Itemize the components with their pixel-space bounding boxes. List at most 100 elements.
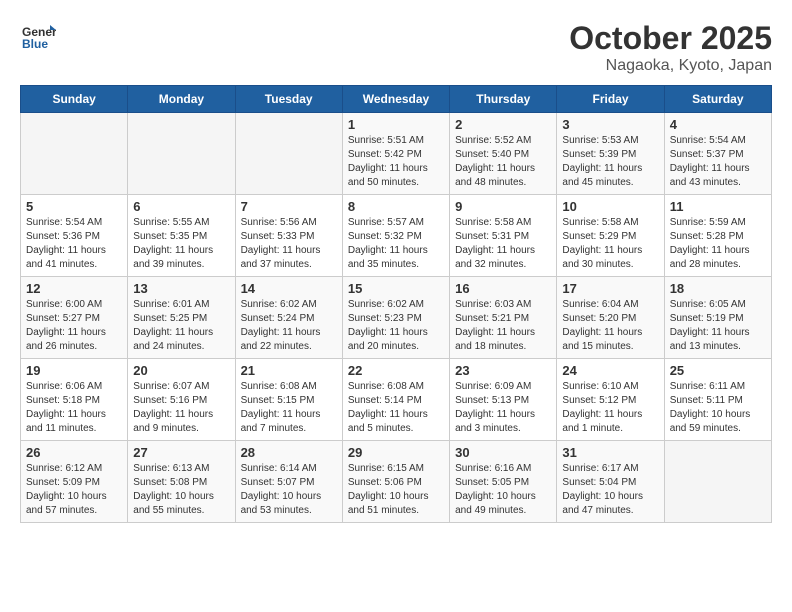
day-info: Sunrise: 5:54 AM Sunset: 5:36 PM Dayligh… <box>26 216 122 272</box>
calendar-cell: 5 Sunrise: 5:54 AM Sunset: 5:36 PM Daylig… <box>21 195 128 277</box>
calendar-cell <box>128 113 235 195</box>
day-number: 10 <box>562 199 658 214</box>
day-info: Sunrise: 5:51 AM Sunset: 5:42 PM Dayligh… <box>348 134 444 190</box>
day-info: Sunrise: 5:58 AM Sunset: 5:31 PM Dayligh… <box>455 216 551 272</box>
calendar-cell: 18 Sunrise: 6:05 AM Sunset: 5:19 PM Dayli… <box>664 277 771 359</box>
calendar-cell: 12 Sunrise: 6:00 AM Sunset: 5:27 PM Dayli… <box>21 277 128 359</box>
day-number: 23 <box>455 363 551 378</box>
weekday-header-tuesday: Tuesday <box>235 86 342 113</box>
calendar-week-row: 1 Sunrise: 5:51 AM Sunset: 5:42 PM Daylig… <box>21 113 772 195</box>
calendar-cell: 2Sunrise: 5:52 AM Sunset: 5:40 PM Daylig… <box>450 113 557 195</box>
calendar-week-row: 12 Sunrise: 6:00 AM Sunset: 5:27 PM Dayli… <box>21 277 772 359</box>
day-number: 26 <box>26 445 122 460</box>
logo-icon: General Blue <box>20 20 56 56</box>
day-info: Sunrise: 6:02 AM Sunset: 5:24 PM Dayligh… <box>241 298 337 354</box>
day-info: Sunrise: 6:16 AM Sunset: 5:05 PM Dayligh… <box>455 462 551 518</box>
day-info: Sunrise: 6:12 AM Sunset: 5:09 PM Dayligh… <box>26 462 122 518</box>
weekday-header-sunday: Sunday <box>21 86 128 113</box>
weekday-header-monday: Monday <box>128 86 235 113</box>
day-number: 11 <box>670 199 766 214</box>
calendar-cell <box>664 441 771 523</box>
calendar-table: SundayMondayTuesdayWednesdayThursdayFrid… <box>20 85 772 523</box>
calendar-cell: 19 Sunrise: 6:06 AM Sunset: 5:18 PM Dayli… <box>21 359 128 441</box>
calendar-cell: 1 Sunrise: 5:51 AM Sunset: 5:42 PM Daylig… <box>342 113 449 195</box>
calendar-cell: 20 Sunrise: 6:07 AM Sunset: 5:16 PM Dayli… <box>128 359 235 441</box>
day-number: 14 <box>241 281 337 296</box>
day-info: Sunrise: 6:11 AM Sunset: 5:11 PM Dayligh… <box>670 380 766 436</box>
day-number: 20 <box>133 363 229 378</box>
calendar-cell: 26 Sunrise: 6:12 AM Sunset: 5:09 PM Dayli… <box>21 441 128 523</box>
calendar-cell: 16 Sunrise: 6:03 AM Sunset: 5:21 PM Dayli… <box>450 277 557 359</box>
day-number: 5 <box>26 199 122 214</box>
day-number: 1 <box>348 117 444 132</box>
day-number: 30 <box>455 445 551 460</box>
day-info: Sunrise: 6:15 AM Sunset: 5:06 PM Dayligh… <box>348 462 444 518</box>
day-info: Sunrise: 6:02 AM Sunset: 5:23 PM Dayligh… <box>348 298 444 354</box>
calendar-title: October 2025 <box>569 20 772 57</box>
day-info: Sunrise: 6:05 AM Sunset: 5:19 PM Dayligh… <box>670 298 766 354</box>
calendar-cell: 8 Sunrise: 5:57 AM Sunset: 5:32 PM Daylig… <box>342 195 449 277</box>
calendar-cell <box>21 113 128 195</box>
day-info: Sunrise: 6:06 AM Sunset: 5:18 PM Dayligh… <box>26 380 122 436</box>
day-number: 16 <box>455 281 551 296</box>
day-number: 21 <box>241 363 337 378</box>
weekday-header-thursday: Thursday <box>450 86 557 113</box>
day-number: 8 <box>348 199 444 214</box>
day-number: 13 <box>133 281 229 296</box>
calendar-week-row: 5 Sunrise: 5:54 AM Sunset: 5:36 PM Daylig… <box>21 195 772 277</box>
day-number: 18 <box>670 281 766 296</box>
day-number: 15 <box>348 281 444 296</box>
weekday-header-wednesday: Wednesday <box>342 86 449 113</box>
day-info: Sunrise: 6:10 AM Sunset: 5:12 PM Dayligh… <box>562 380 658 436</box>
day-info: Sunrise: 6:03 AM Sunset: 5:21 PM Dayligh… <box>455 298 551 354</box>
day-number: 19 <box>26 363 122 378</box>
day-info: Sunrise: 5:53 AM Sunset: 5:39 PM Dayligh… <box>562 134 658 190</box>
day-number: 25 <box>670 363 766 378</box>
day-info: Sunrise: 6:00 AM Sunset: 5:27 PM Dayligh… <box>26 298 122 354</box>
calendar-cell: 9Sunrise: 5:58 AM Sunset: 5:31 PM Daylig… <box>450 195 557 277</box>
day-info: Sunrise: 5:52 AM Sunset: 5:40 PM Dayligh… <box>455 134 551 190</box>
day-info: Sunrise: 6:09 AM Sunset: 5:13 PM Dayligh… <box>455 380 551 436</box>
calendar-cell: 23 Sunrise: 6:09 AM Sunset: 5:13 PM Dayli… <box>450 359 557 441</box>
title-block: October 2025 Nagaoka, Kyoto, Japan <box>569 20 772 75</box>
weekday-header-saturday: Saturday <box>664 86 771 113</box>
calendar-cell: 31Sunrise: 6:17 AM Sunset: 5:04 PM Dayli… <box>557 441 664 523</box>
calendar-cell: 14 Sunrise: 6:02 AM Sunset: 5:24 PM Dayli… <box>235 277 342 359</box>
calendar-cell: 21 Sunrise: 6:08 AM Sunset: 5:15 PM Dayli… <box>235 359 342 441</box>
page-header: General Blue October 2025 Nagaoka, Kyoto… <box>20 20 772 75</box>
calendar-cell: 6Sunrise: 5:55 AM Sunset: 5:35 PM Daylig… <box>128 195 235 277</box>
day-number: 4 <box>670 117 766 132</box>
calendar-cell: 25 Sunrise: 6:11 AM Sunset: 5:11 PM Dayli… <box>664 359 771 441</box>
day-info: Sunrise: 5:57 AM Sunset: 5:32 PM Dayligh… <box>348 216 444 272</box>
calendar-cell: 15 Sunrise: 6:02 AM Sunset: 5:23 PM Dayli… <box>342 277 449 359</box>
logo: General Blue <box>20 20 56 56</box>
day-info: Sunrise: 6:08 AM Sunset: 5:15 PM Dayligh… <box>241 380 337 436</box>
weekday-header-row: SundayMondayTuesdayWednesdayThursdayFrid… <box>21 86 772 113</box>
calendar-cell <box>235 113 342 195</box>
day-number: 29 <box>348 445 444 460</box>
calendar-cell: 11 Sunrise: 5:59 AM Sunset: 5:28 PM Dayli… <box>664 195 771 277</box>
calendar-cell: 24 Sunrise: 6:10 AM Sunset: 5:12 PM Dayli… <box>557 359 664 441</box>
day-number: 12 <box>26 281 122 296</box>
day-info: Sunrise: 5:56 AM Sunset: 5:33 PM Dayligh… <box>241 216 337 272</box>
day-info: Sunrise: 5:59 AM Sunset: 5:28 PM Dayligh… <box>670 216 766 272</box>
day-number: 31 <box>562 445 658 460</box>
day-number: 17 <box>562 281 658 296</box>
calendar-subtitle: Nagaoka, Kyoto, Japan <box>569 57 772 75</box>
calendar-cell: 4Sunrise: 5:54 AM Sunset: 5:37 PM Daylig… <box>664 113 771 195</box>
calendar-cell: 22Sunrise: 6:08 AM Sunset: 5:14 PM Dayli… <box>342 359 449 441</box>
day-info: Sunrise: 6:07 AM Sunset: 5:16 PM Dayligh… <box>133 380 229 436</box>
day-number: 6 <box>133 199 229 214</box>
day-info: Sunrise: 5:58 AM Sunset: 5:29 PM Dayligh… <box>562 216 658 272</box>
calendar-cell: 13Sunrise: 6:01 AM Sunset: 5:25 PM Dayli… <box>128 277 235 359</box>
svg-text:Blue: Blue <box>22 37 48 51</box>
day-info: Sunrise: 6:08 AM Sunset: 5:14 PM Dayligh… <box>348 380 444 436</box>
calendar-cell: 17Sunrise: 6:04 AM Sunset: 5:20 PM Dayli… <box>557 277 664 359</box>
calendar-week-row: 19 Sunrise: 6:06 AM Sunset: 5:18 PM Dayli… <box>21 359 772 441</box>
day-number: 7 <box>241 199 337 214</box>
weekday-header-friday: Friday <box>557 86 664 113</box>
day-number: 24 <box>562 363 658 378</box>
calendar-cell: 3 Sunrise: 5:53 AM Sunset: 5:39 PM Daylig… <box>557 113 664 195</box>
day-number: 3 <box>562 117 658 132</box>
day-info: Sunrise: 6:14 AM Sunset: 5:07 PM Dayligh… <box>241 462 337 518</box>
